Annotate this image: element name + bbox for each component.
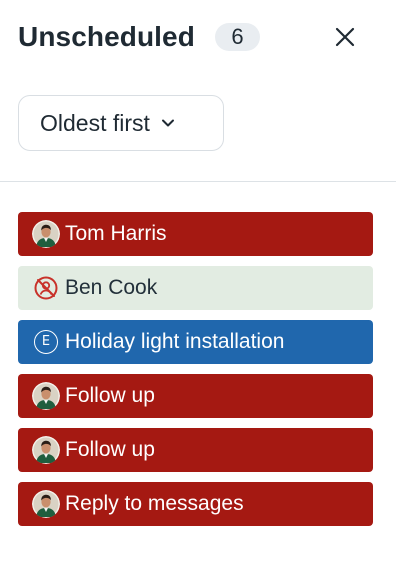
- item-label: Holiday light installation: [65, 330, 285, 353]
- list-item[interactable]: Follow up: [18, 428, 373, 472]
- panel-header: Unscheduled 6: [18, 18, 378, 58]
- no-avatar-icon: [32, 274, 60, 302]
- list-item[interactable]: E Holiday light installation: [18, 320, 373, 364]
- list-item[interactable]: Tom Harris: [18, 212, 373, 256]
- avatar: [32, 382, 60, 410]
- item-label: Follow up: [65, 438, 155, 461]
- unscheduled-panel: Unscheduled 6 Oldest first Tom Harris Be…: [0, 0, 396, 572]
- event-icon: E: [32, 328, 60, 356]
- item-label: Ben Cook: [65, 276, 158, 299]
- item-label: Tom Harris: [65, 222, 167, 245]
- list-item[interactable]: Ben Cook: [18, 266, 373, 310]
- list-item[interactable]: Reply to messages: [18, 482, 373, 526]
- chevron-down-icon: [161, 118, 175, 128]
- divider: [0, 181, 396, 182]
- avatar: [32, 490, 60, 518]
- panel-title: Unscheduled: [18, 21, 195, 52]
- close-icon: [335, 27, 355, 47]
- list-item[interactable]: Follow up: [18, 374, 373, 418]
- unscheduled-list: Tom Harris Ben Cook E Holiday light inst…: [18, 212, 373, 536]
- item-label: Follow up: [65, 384, 155, 407]
- avatar: [32, 220, 60, 248]
- sort-label: Oldest first: [40, 109, 150, 136]
- sort-dropdown[interactable]: Oldest first: [18, 95, 224, 151]
- item-label: Reply to messages: [65, 492, 244, 515]
- avatar: [32, 436, 60, 464]
- close-button[interactable]: [332, 24, 358, 50]
- count-badge: 6: [215, 23, 260, 51]
